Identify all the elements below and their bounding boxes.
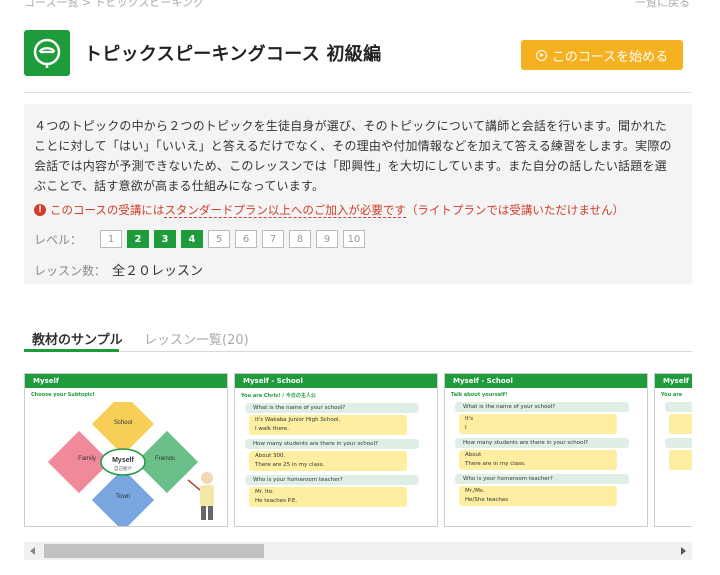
- course-description: ４つのトピックの中から２つのトピックを生徒自身が選び、そのトピックについて講師と…: [34, 119, 672, 193]
- center-label: Myself: [112, 457, 134, 464]
- scrollbar-thumb[interactable]: [44, 544, 264, 558]
- slide-header: Myself: [25, 374, 227, 388]
- level-box-3: 3: [154, 230, 176, 248]
- course-info-panel: ４つのトピックの中から２つのトピックを生徒自身が選び、そのトピックについて講師と…: [24, 104, 692, 284]
- answer-box: It's Wakaba Junior High School. I walk th…: [249, 415, 407, 435]
- start-course-button[interactable]: このコースを始める: [521, 40, 683, 70]
- scroll-left-icon[interactable]: [30, 547, 35, 555]
- back-link[interactable]: 一覧に戻る: [635, 0, 690, 10]
- plan-link[interactable]: スタンダードプラン以上へのご加入が必要です: [164, 203, 406, 218]
- level-box-1: 1: [100, 230, 122, 248]
- center-sublabel: 自己紹介: [114, 465, 132, 472]
- answer-box: About 300. There are 25 in my class.: [249, 451, 407, 471]
- question-row: How many students are there in your scho…: [455, 438, 629, 448]
- tab-sample[interactable]: 教材のサンプル: [32, 329, 123, 348]
- slide-subtitle: Talk about yourself!: [451, 392, 508, 398]
- topic-diagram: Myself 自己紹介 School Family Friends Town: [47, 402, 214, 526]
- topic-family: Family: [78, 456, 96, 462]
- slide-header: Myself: [655, 374, 692, 388]
- plan-warning: ! このコースの受講にはスタンダードプラン以上へのご加入が必要です（ライトプラン…: [34, 202, 678, 218]
- sample-slides: Myself Choose your Subtopic! Myself 自己紹介…: [24, 373, 692, 529]
- alert-icon: !: [34, 204, 46, 216]
- scroll-right-icon[interactable]: [681, 547, 686, 555]
- teacher-figure-icon: [187, 472, 214, 520]
- sample-slide[interactable]: Myself You are: [654, 373, 692, 527]
- question-row: How many students are there in your scho…: [245, 439, 419, 449]
- level-box-9: 9: [316, 230, 338, 248]
- level-box-5: 5: [208, 230, 230, 248]
- course-logo-icon: [24, 30, 70, 76]
- breadcrumb[interactable]: コース一覧 > トピックスピーキング: [24, 0, 204, 10]
- level-box-4: 4: [181, 230, 203, 248]
- answer-box: Mr./Ms. He/She teaches: [459, 486, 617, 506]
- question-row: Who is your homeroom teacher?: [245, 475, 419, 485]
- question-row: What is the name of your school?: [455, 402, 629, 412]
- topic-school: School: [114, 420, 132, 426]
- tab-active-indicator: [24, 349, 119, 352]
- page-title: トピックスピーキングコース 初級編: [84, 44, 382, 65]
- lesson-count: レッスン数： 全２０レッスン: [34, 260, 678, 279]
- slide-subtitle: You are: [661, 392, 683, 398]
- answer-box: Mr. Ito. He teaches P.E.: [249, 487, 407, 507]
- level-label: レベル：: [34, 232, 83, 247]
- lesson-count-value: 全２０レッスン: [112, 264, 204, 279]
- sample-slide[interactable]: Myself - School Talk about yourself! Wha…: [444, 373, 648, 527]
- level-box-10: 10: [343, 230, 365, 248]
- sample-slide[interactable]: Myself - School You are Chris! / 今日の主人公 …: [234, 373, 438, 527]
- divider: [24, 92, 692, 93]
- warning-text-post: （ライトプランでは受講いただけません）: [405, 203, 625, 217]
- answer-box: [669, 414, 692, 434]
- question-row: What is the name of your school?: [245, 403, 419, 413]
- answer-box: It's I: [459, 414, 617, 434]
- answer-box: [669, 450, 692, 470]
- question-row: [665, 402, 692, 412]
- lesson-count-label: レッスン数：: [34, 264, 107, 278]
- question-row: Who is your homeroom teacher?: [455, 474, 629, 484]
- level-indicator: レベル： 1 2 3 4 5 6 7 8 9 10: [34, 230, 678, 248]
- slide-header: Myself - School: [445, 374, 647, 388]
- slide-subtitle: Choose your Subtopic!: [31, 392, 95, 398]
- answer-box: About There are in my class.: [459, 450, 617, 470]
- slide-header: Myself - School: [235, 374, 437, 388]
- start-course-label: このコースを始める: [551, 49, 669, 65]
- level-box-2: 2: [127, 230, 149, 248]
- horizontal-scrollbar[interactable]: [24, 542, 692, 560]
- slide-subtitle: You are Chris! / 今日の主人公: [241, 393, 316, 399]
- topic-town: Town: [116, 494, 130, 500]
- warning-text-pre: このコースの受講には: [50, 203, 165, 217]
- level-box-7: 7: [262, 230, 284, 248]
- topic-friends: Friends: [155, 456, 175, 462]
- tab-bar: 教材のサンプル レッスン一覧(20): [24, 326, 692, 352]
- sample-slide[interactable]: Myself Choose your Subtopic! Myself 自己紹介…: [24, 373, 228, 527]
- question-row: [665, 438, 692, 448]
- level-box-6: 6: [235, 230, 257, 248]
- level-box-8: 8: [289, 230, 311, 248]
- tab-lesson-list[interactable]: レッスン一覧(20): [144, 329, 249, 348]
- play-icon: [535, 49, 547, 61]
